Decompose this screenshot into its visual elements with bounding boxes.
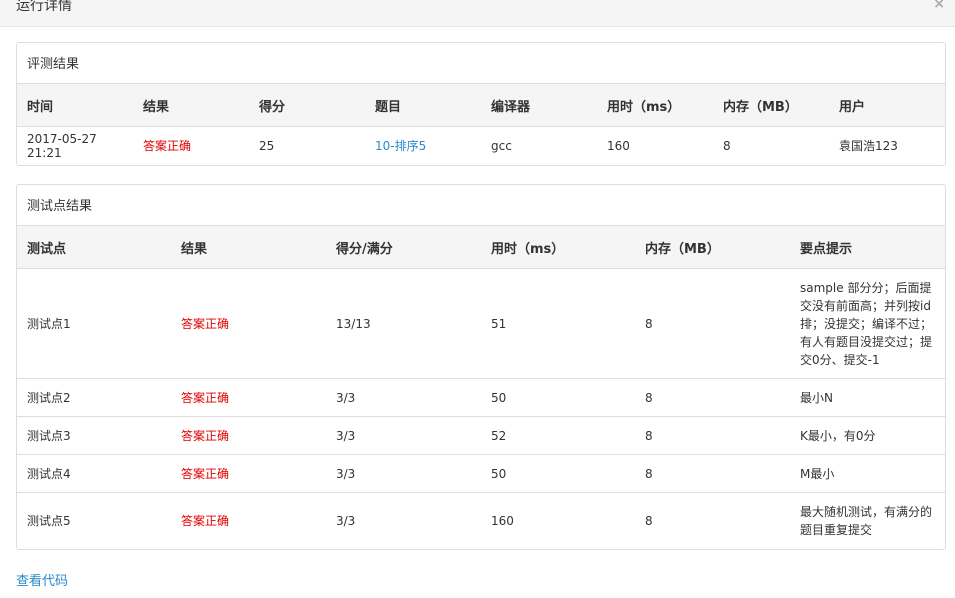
table-row: 测试点3 答案正确 3/3 52 8 K最小，有0分 <box>17 416 945 455</box>
test-hint: M最小 <box>790 454 945 493</box>
test-score: 3/3 <box>326 454 481 493</box>
test-case-name: 测试点1 <box>17 268 171 379</box>
test-time: 52 <box>481 416 635 455</box>
judge-result-panel: 评测结果 时间 结果 得分 题目 编译器 用时（ms） 内存（MB） 用户 20… <box>16 42 946 166</box>
judge-status: 答案正确 <box>143 139 192 154</box>
test-result-table: 测试点 结果 得分/满分 用时（ms） 内存（MB） 要点提示 测试点1 答案正… <box>17 226 945 549</box>
test-time: 51 <box>481 268 635 379</box>
compiler: gcc <box>491 138 512 153</box>
test-score: 3/3 <box>326 378 481 417</box>
test-hint: sample 部分分；后面提交没有前面高；并列按id排；没提交；编译不过；有人有… <box>790 268 945 379</box>
test-case-name: 测试点2 <box>17 378 171 417</box>
test-case-name: 测试点5 <box>27 514 71 529</box>
test-result-panel: 测试点结果 测试点 结果 得分/满分 用时（ms） 内存（MB） 要点提示 测试… <box>16 184 946 550</box>
test-hint: 最小N <box>790 378 945 417</box>
submit-time: 2017-05-27 21:21 <box>27 131 97 160</box>
test-time: 50 <box>481 378 635 417</box>
column-header: 内存（MB） <box>713 84 829 127</box>
test-status: 答案正确 <box>171 454 326 493</box>
test-status: 答案正确 <box>171 378 326 417</box>
table-header-row: 测试点 结果 得分/满分 用时（ms） 内存（MB） 要点提示 <box>17 226 945 269</box>
column-header: 时间 <box>17 84 133 127</box>
column-header: 结果 <box>133 84 249 127</box>
table-row: 测试点5 答案正确 3/3 160 8 最大随机测试，有满分的题目重复提交 <box>17 493 945 549</box>
column-header: 得分/满分 <box>326 226 481 269</box>
column-header: 测试点 <box>17 226 171 269</box>
test-memory: 8 <box>635 416 790 455</box>
table-row: 2017-05-27 21:21 答案正确 25 10-排序5 gcc 160 … <box>17 127 945 165</box>
column-header: 结果 <box>171 226 326 269</box>
test-hint: K最小，有0分 <box>790 416 945 455</box>
column-header: 用户 <box>829 84 945 127</box>
column-header: 题目 <box>365 84 481 127</box>
test-score: 13/13 <box>326 268 481 379</box>
test-memory: 8 <box>635 268 790 379</box>
column-header: 用时（ms） <box>481 226 635 269</box>
problem-link[interactable]: 10-排序5 <box>365 127 481 165</box>
table-row: 测试点2 答案正确 3/3 50 8 最小N <box>17 378 945 417</box>
test-result-title: 测试点结果 <box>17 185 945 226</box>
time-used: 160 <box>607 138 630 153</box>
memory-used: 8 <box>723 138 731 153</box>
test-memory: 8 <box>635 454 790 493</box>
column-header: 用时（ms） <box>597 84 713 127</box>
judge-result-title: 评测结果 <box>17 43 945 84</box>
column-header: 要点提示 <box>790 226 945 269</box>
table-row: 测试点4 答案正确 3/3 50 8 M最小 <box>17 454 945 493</box>
test-status: 答案正确 <box>171 268 326 379</box>
test-score: 3/3 <box>326 416 481 455</box>
modal-header: 运行详情 × <box>0 0 955 27</box>
score: 25 <box>259 138 275 153</box>
judge-result-table: 时间 结果 得分 题目 编译器 用时（ms） 内存（MB） 用户 2017-05… <box>17 84 945 165</box>
column-header: 编译器 <box>481 84 597 127</box>
test-memory: 8 <box>645 513 653 528</box>
close-icon[interactable]: × <box>933 0 945 12</box>
modal-title: 运行详情 <box>16 0 72 14</box>
test-score: 3/3 <box>336 513 356 528</box>
view-code-link[interactable]: 查看代码 <box>16 570 68 589</box>
test-case-name: 测试点4 <box>17 454 171 493</box>
test-time: 50 <box>481 454 635 493</box>
table-row: 测试点1 答案正确 13/13 51 8 sample 部分分；后面提交没有前面… <box>17 268 945 379</box>
test-hint: 最大随机测试，有满分的题目重复提交 <box>800 504 933 537</box>
test-time: 160 <box>491 513 514 528</box>
column-header: 得分 <box>249 84 365 127</box>
table-header-row: 时间 结果 得分 题目 编译器 用时（ms） 内存（MB） 用户 <box>17 84 945 127</box>
test-status: 答案正确 <box>171 416 326 455</box>
column-header: 内存（MB） <box>635 226 790 269</box>
test-status: 答案正确 <box>181 514 230 529</box>
test-case-name: 测试点3 <box>17 416 171 455</box>
username: 袁国浩123 <box>839 139 898 154</box>
test-memory: 8 <box>635 378 790 417</box>
